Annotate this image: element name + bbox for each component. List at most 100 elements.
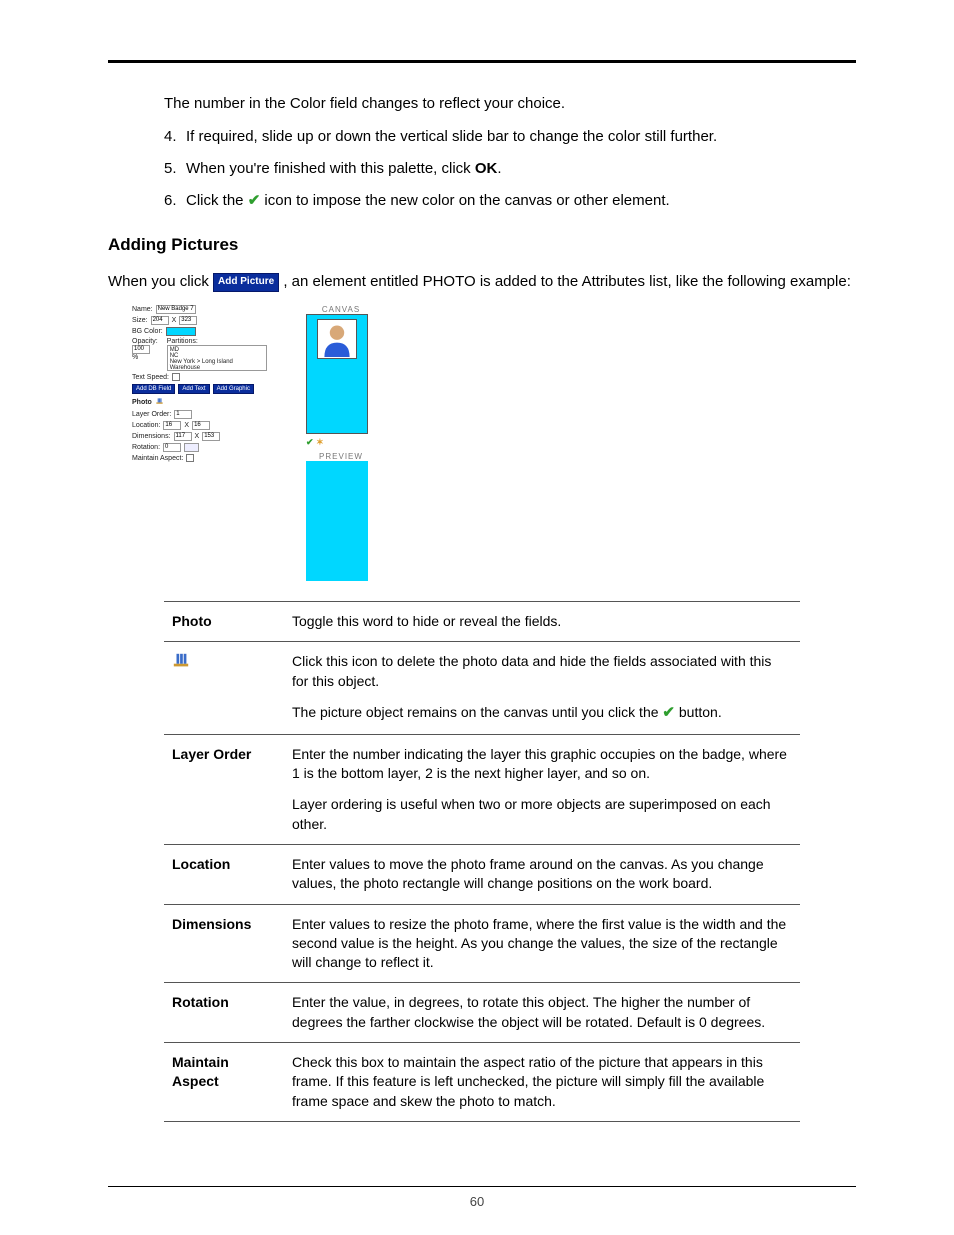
table-row: Rotation Enter the value, in degrees, to… <box>164 983 800 1043</box>
row-label: Photo <box>164 602 284 642</box>
opacity-label: Opacity: <box>132 338 158 345</box>
layerorder-input: 1 <box>174 410 192 419</box>
step-5: 5.When you're finished with this palette… <box>164 158 856 180</box>
location-label: Location: <box>132 422 160 429</box>
photo-label: Photo <box>132 399 152 406</box>
rotation-label: Rotation: <box>132 444 160 451</box>
table-row: Dimensions Enter values to resize the ph… <box>164 904 800 983</box>
steps-list: 4.If required, slide up or down the vert… <box>164 126 856 211</box>
row-label: Dimensions <box>164 904 284 983</box>
name-label: Name: <box>132 306 153 313</box>
canvas-action-icons: ✔ ✶ <box>306 437 376 448</box>
rotation-drop <box>184 443 199 452</box>
step-text: When you're finished with this palette, … <box>186 160 475 177</box>
name-input: New Badge 7 <box>156 305 196 314</box>
row-para: Layer ordering is useful when two or mor… <box>292 795 790 834</box>
row-desc: Enter the number indicating the layer th… <box>284 734 800 844</box>
add-dbfield-button: Add DB Field <box>132 384 175 394</box>
x-sep: X <box>184 422 189 429</box>
row-label: Layer Order <box>164 734 284 844</box>
row-desc: Check this box to maintain the aspect ra… <box>284 1043 800 1122</box>
body-before: When you click <box>108 273 213 290</box>
top-rule <box>108 60 856 63</box>
partitions-list: MD NC New York > Long Island Warehouse <box>167 345 267 371</box>
row-para: Toggle this word to hide or reveal the f… <box>292 612 790 631</box>
gear-icon: ✶ <box>316 437 324 447</box>
row-para: Click this icon to delete the photo data… <box>292 652 790 691</box>
maintain-label: Maintain Aspect: <box>132 455 183 462</box>
delete-mini-icon <box>155 397 164 408</box>
table-row: Maintain Aspect Check this box to mainta… <box>164 1043 800 1122</box>
maintain-checkbox <box>186 454 194 462</box>
dimensions-label: Dimensions: <box>132 433 171 440</box>
opacity-input: 100 <box>132 345 150 354</box>
bgcolor-label: BG Color: <box>132 328 163 335</box>
size-w-input: 204 <box>151 316 169 325</box>
add-text-button: Add Text <box>178 384 209 394</box>
step-number: 4. <box>164 126 186 148</box>
avatar-icon <box>317 319 357 359</box>
row-para: Enter the number indicating the layer th… <box>292 745 790 784</box>
preview-title: PREVIEW <box>306 452 376 461</box>
layerorder-label: Layer Order: <box>132 411 171 418</box>
step-text-after: icon to impose the new color on the canv… <box>260 192 669 209</box>
row-desc: Click this icon to delete the photo data… <box>284 642 800 734</box>
step-text: If required, slide up or down the vertic… <box>186 128 717 145</box>
partitions-label: Partitions: <box>167 338 267 345</box>
partition-item: New York > Long Island Warehouse <box>170 359 264 371</box>
row-para: Enter values to resize the photo frame, … <box>292 915 790 973</box>
row-desc: Enter values to resize the photo frame, … <box>284 904 800 983</box>
page-number: 60 <box>0 1194 954 1209</box>
row-desc: Enter values to move the photo frame aro… <box>284 844 800 904</box>
para-before: The picture object remains on the canvas… <box>292 704 662 720</box>
body-paragraph: When you click Add Picture , an element … <box>108 271 856 293</box>
canvas-column: CANVAS ✔ ✶ PREVIEW <box>306 305 376 581</box>
delete-icon <box>172 657 190 673</box>
canvas-box <box>306 314 368 434</box>
section-heading: Adding Pictures <box>108 235 856 255</box>
row-label: Rotation <box>164 983 284 1043</box>
add-picture-button: Add Picture <box>213 273 279 292</box>
table-row: Layer Order Enter the number indicating … <box>164 734 800 844</box>
row-para: Check this box to maintain the aspect ra… <box>292 1053 790 1111</box>
step-number: 5. <box>164 158 186 180</box>
attributes-panel: Name:New Badge 7 Size:204X323 BG Color: … <box>132 305 292 581</box>
table-row: Location Enter values to move the photo … <box>164 844 800 904</box>
table-row: Click this icon to delete the photo data… <box>164 642 800 734</box>
textspeed-checkbox <box>172 373 180 381</box>
intro-line: The number in the Color field changes to… <box>164 93 856 114</box>
loc-x-input: 16 <box>163 421 181 430</box>
body-after: , an element entitled PHOTO is added to … <box>283 273 851 290</box>
ok-bold: OK <box>475 160 498 177</box>
dim-h-input: 153 <box>202 432 220 441</box>
row-desc: Toggle this word to hide or reveal the f… <box>284 602 800 642</box>
screenshot-mockup: Name:New Badge 7 Size:204X323 BG Color: … <box>132 305 856 581</box>
row-para: Enter the value, in degrees, to rotate t… <box>292 993 790 1032</box>
row-para: Enter values to move the photo frame aro… <box>292 855 790 894</box>
table-row: Photo Toggle this word to hide or reveal… <box>164 602 800 642</box>
loc-y-input: 16 <box>192 421 210 430</box>
x-sep: X <box>195 433 200 440</box>
check-icon: ✔ <box>248 192 261 209</box>
step-number: 6. <box>164 190 186 212</box>
row-desc: Enter the value, in degrees, to rotate t… <box>284 983 800 1043</box>
apply-check-icon: ✔ <box>306 437 314 447</box>
add-graphic-button: Add Graphic <box>213 384 254 394</box>
step-4: 4.If required, slide up or down the vert… <box>164 126 856 148</box>
check-icon: ✔ <box>662 704 675 721</box>
para-after: button. <box>675 704 722 720</box>
size-label: Size: <box>132 317 148 324</box>
row-label: Maintain Aspect <box>164 1043 284 1122</box>
bgcolor-swatch <box>166 327 196 336</box>
size-h-input: 323 <box>179 316 197 325</box>
step-6: 6.Click the ✔ icon to impose the new col… <box>164 190 856 212</box>
step-text-after: . <box>497 160 501 177</box>
row-para: The picture object remains on the canvas… <box>292 703 790 724</box>
description-table: Photo Toggle this word to hide or reveal… <box>164 601 800 1122</box>
preview-box <box>306 461 368 581</box>
step-text: Click the <box>186 192 248 209</box>
x-sep: X <box>172 317 177 324</box>
row-label-icon <box>164 642 284 734</box>
dim-w-input: 117 <box>174 432 192 441</box>
bottom-rule <box>108 1186 856 1187</box>
